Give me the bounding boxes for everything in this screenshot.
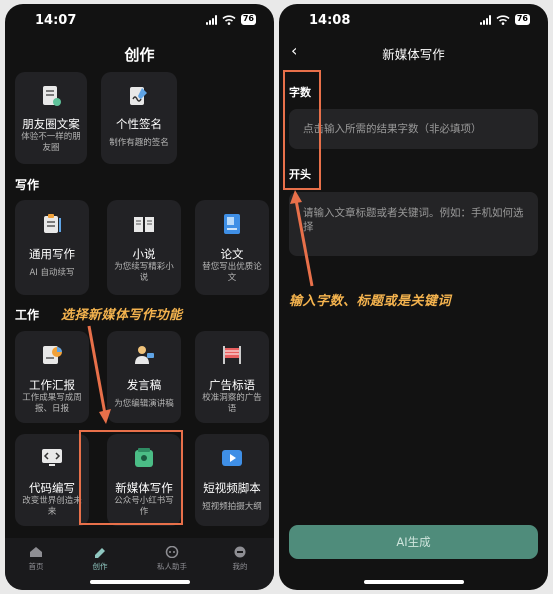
wifi-icon bbox=[496, 14, 510, 25]
battery-icon: 76 bbox=[514, 14, 530, 25]
annotation-highlight-box bbox=[79, 430, 183, 525]
clipboard-icon bbox=[44, 214, 61, 233]
card-desc: 为您编辑演讲稿 bbox=[114, 399, 174, 409]
card-title: 短视频脚本 bbox=[203, 481, 261, 495]
page-title: 创作 bbox=[124, 46, 155, 64]
home-indicator bbox=[89, 580, 190, 584]
wifi-icon bbox=[222, 14, 236, 25]
video-play-icon bbox=[222, 450, 242, 466]
section-title-writing: 写作 bbox=[15, 178, 40, 192]
new-media-writing-screen: 14:08 76 ‹ 新媒体写作 字数 点击输入所需的结果字数（非必填项） 开头… bbox=[279, 4, 548, 590]
section-title-work: 工作 bbox=[15, 308, 40, 322]
card-title: 个性签名 bbox=[116, 117, 162, 131]
card-thesis[interactable]: 论文 替您写出优质论文 bbox=[195, 200, 269, 295]
card-desc: 工作成果写成周报、日报 bbox=[22, 393, 82, 414]
robot-icon bbox=[165, 546, 179, 558]
card-desc: 替您写出优质论文 bbox=[202, 262, 262, 283]
card-title: 通用写作 bbox=[29, 247, 75, 261]
tab-label: 首页 bbox=[28, 562, 44, 571]
page-title: 新媒体写作 bbox=[382, 47, 445, 62]
status-bar: 14:08 76 bbox=[279, 4, 548, 36]
card-desc: 为您续写精彩小说 bbox=[114, 262, 174, 283]
annotation-highlight-box bbox=[283, 70, 321, 190]
banner-flag-icon bbox=[223, 346, 241, 364]
home-icon bbox=[30, 547, 42, 557]
notebook-icon bbox=[224, 214, 240, 234]
signature-icon bbox=[130, 87, 147, 105]
tab-label: 创作 bbox=[92, 562, 108, 571]
tab-create[interactable]: 创作 bbox=[75, 546, 125, 572]
card-title: 发言稿 bbox=[126, 378, 162, 392]
card-desc: 短视频拍摄大纲 bbox=[202, 502, 262, 512]
card-title: 工作汇报 bbox=[29, 378, 75, 392]
card-title: 代码编写 bbox=[29, 481, 75, 495]
annotation-text: 输入字数、标题或是关键词 bbox=[289, 294, 452, 309]
tab-label: 我的 bbox=[232, 562, 248, 571]
status-time: 14:08 bbox=[309, 13, 351, 28]
code-monitor-icon bbox=[42, 449, 62, 466]
opening-input[interactable]: 请输入文章标题或者关键词。例如：手机如何选择 bbox=[289, 192, 538, 256]
tab-mine[interactable]: 我的 bbox=[215, 546, 265, 572]
card-coding[interactable]: 代码编写 改变世界创造未来 bbox=[15, 434, 89, 526]
card-title: 朋友圈文案 bbox=[22, 117, 80, 131]
card-novel[interactable]: 小说 为您续写精彩小说 bbox=[107, 200, 181, 295]
tab-home[interactable]: 首页 bbox=[11, 546, 61, 572]
tab-bar: 首页 创作 私人助手 我的 bbox=[5, 538, 274, 590]
battery-icon: 76 bbox=[240, 14, 256, 25]
card-work-report[interactable]: 工作汇报 工作成果写成周报、日报 bbox=[15, 331, 89, 423]
ai-generate-button[interactable]: AI生成 bbox=[289, 525, 538, 559]
profile-icon bbox=[234, 546, 246, 558]
card-signature[interactable]: 个性签名 制作有趣的签名 bbox=[101, 72, 177, 164]
card-short-video-script[interactable]: 短视频脚本 短视频拍摄大纲 bbox=[195, 434, 269, 526]
card-title: 小说 bbox=[132, 247, 156, 261]
card-title: 广告标语 bbox=[209, 378, 255, 392]
status-time: 14:07 bbox=[35, 13, 77, 28]
card-general-writing[interactable]: 通用写作 AI 自动续写 bbox=[15, 200, 89, 295]
book-icon bbox=[134, 217, 154, 232]
speaker-icon bbox=[135, 346, 154, 364]
creation-screen: 14:07 76 创作 朋友圈文案 体验不一样的朋友圈 个性签名 制作有趣的签名… bbox=[5, 4, 274, 590]
status-bar: 14:07 76 bbox=[5, 4, 274, 36]
card-desc: AI 自动续写 bbox=[29, 268, 75, 278]
card-ad-slogan[interactable]: 广告标语 校准洞察的广告语 bbox=[195, 331, 269, 423]
card-desc: 制作有趣的签名 bbox=[109, 138, 169, 148]
card-title: 论文 bbox=[220, 247, 244, 261]
annotation-text: 选择新媒体写作功能 bbox=[61, 308, 183, 323]
signal-icon bbox=[205, 14, 217, 25]
card-desc: 校准洞察的广告语 bbox=[202, 393, 262, 414]
document-icon bbox=[43, 86, 61, 106]
pen-tag-icon bbox=[95, 548, 105, 558]
card-desc: 体验不一样的朋友圈 bbox=[21, 132, 81, 153]
card-moments-copy[interactable]: 朋友圈文案 体验不一样的朋友圈 bbox=[15, 72, 87, 164]
home-indicator bbox=[363, 580, 464, 584]
tab-label: 私人助手 bbox=[157, 562, 187, 571]
report-chart-icon bbox=[43, 346, 62, 364]
signal-icon bbox=[479, 14, 491, 25]
word-count-input[interactable]: 点击输入所需的结果字数（非必填项） bbox=[289, 109, 538, 149]
card-desc: 改变世界创造未来 bbox=[22, 496, 82, 517]
tab-private-assistant[interactable]: 私人助手 bbox=[147, 546, 197, 572]
card-speech[interactable]: 发言稿 为您编辑演讲稿 bbox=[107, 331, 181, 423]
